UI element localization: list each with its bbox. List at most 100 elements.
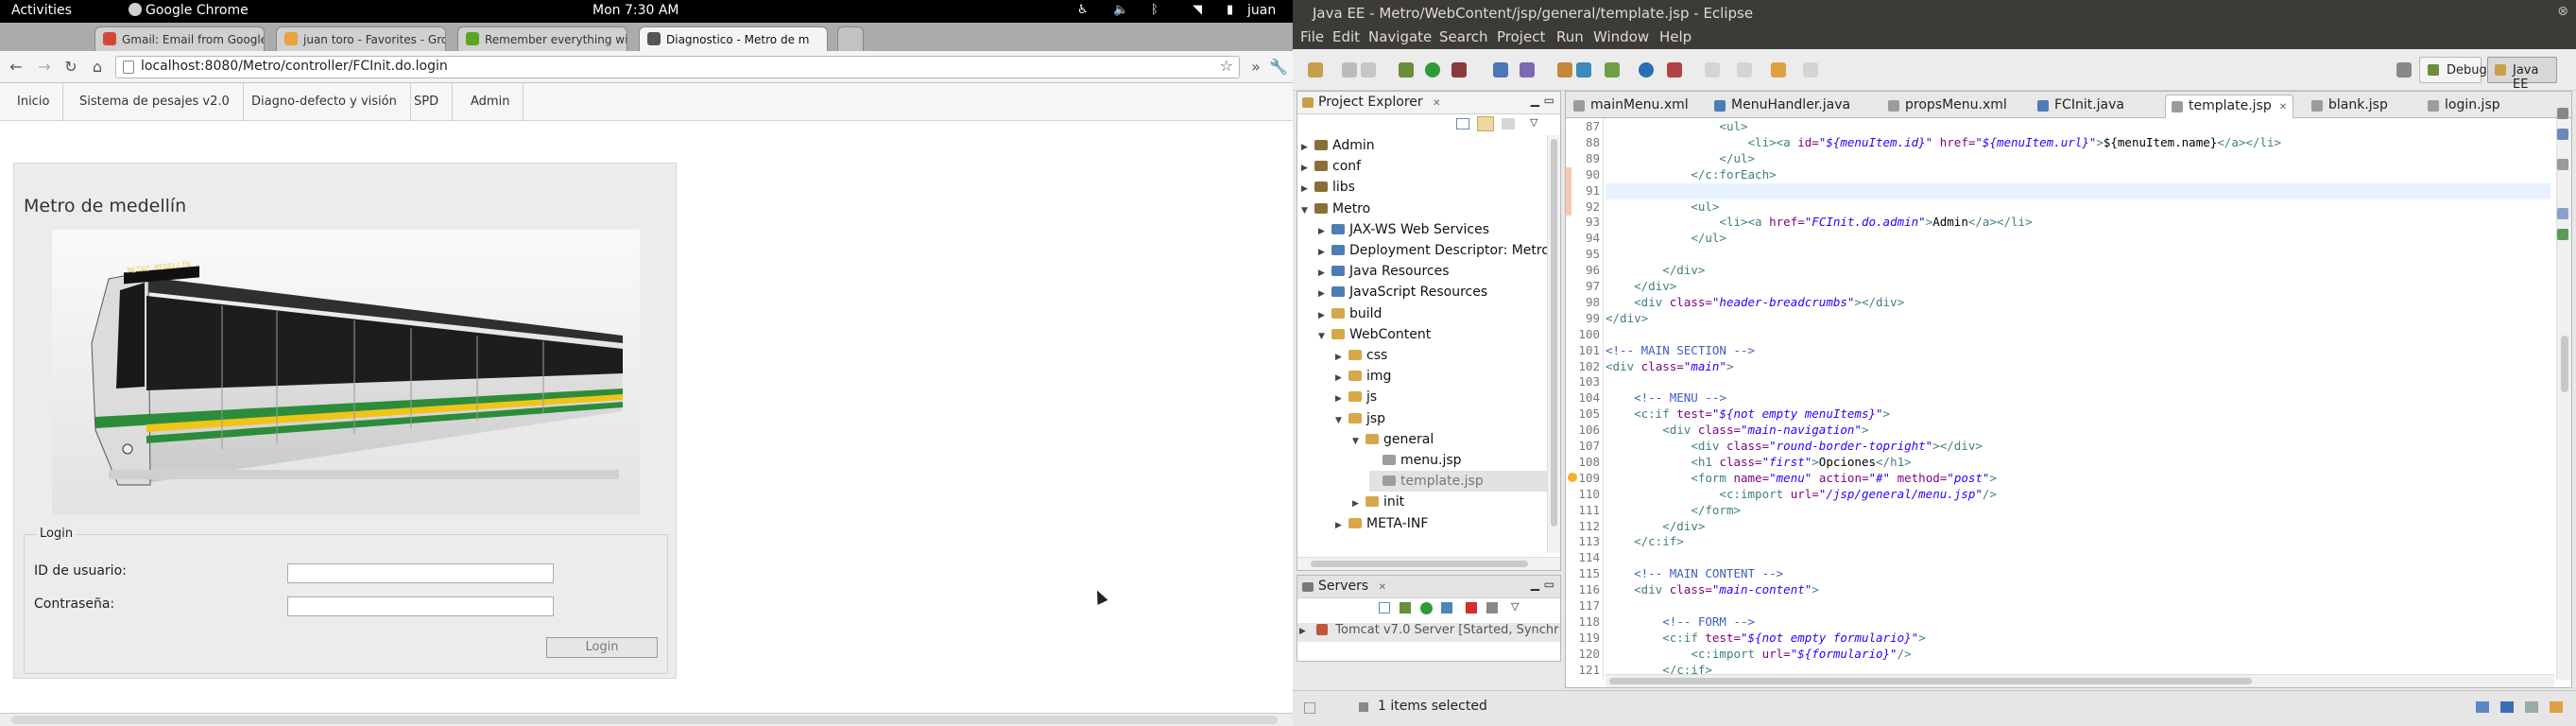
server-row[interactable]: ▶ Tomcat v7.0 Server [Started, Synchr <box>1297 623 1560 642</box>
expand-arrow-icon[interactable]: ▶ <box>1318 284 1328 304</box>
menu-run[interactable]: Run <box>1556 28 1584 45</box>
expand-arrow-icon[interactable]: ▶ <box>1299 627 1309 636</box>
save-icon[interactable] <box>1342 62 1357 78</box>
tree-item[interactable]: ▶ Admin <box>1301 135 1375 156</box>
login-button[interactable]: Login <box>546 637 658 658</box>
menu-help[interactable]: Help <box>1659 28 1692 45</box>
expand-arrow-icon[interactable]: ▶ <box>1318 242 1328 263</box>
problems-icon[interactable] <box>2557 208 2568 219</box>
expand-arrow-icon[interactable]: ▶ <box>1318 305 1328 326</box>
tree-item[interactable]: ▶ META-INF <box>1335 513 1428 534</box>
tree-item[interactable]: ▼ WebContent <box>1318 324 1431 345</box>
open-perspective-icon[interactable] <box>2396 62 2412 78</box>
expand-arrow-icon[interactable]: ▶ <box>1318 221 1328 242</box>
nav-sistema-pesajes[interactable]: Sistema de pesajes v2.0 <box>66 83 244 121</box>
palette-icon[interactable] <box>2557 159 2568 170</box>
page-horizontal-scrollbar[interactable] <box>0 713 1293 726</box>
tools-icon[interactable] <box>1667 62 1682 78</box>
collapse-arrow-icon[interactable]: ▼ <box>1301 200 1311 221</box>
browser-tab-diagnostico[interactable]: Diagnostico - Metro de m <box>639 26 828 51</box>
project-explorer-header[interactable]: Project Explorer ✕ ▁ ▭ <box>1297 92 1560 114</box>
network-icon[interactable]: ◥ <box>1193 3 1202 17</box>
collapse-arrow-icon[interactable]: ▼ <box>1318 326 1328 347</box>
new-server-icon[interactable] <box>1493 62 1508 78</box>
explorer-vertical-scrollbar[interactable] <box>1547 135 1560 553</box>
editor-tab[interactable]: mainMenu.xml <box>1568 95 1694 118</box>
menu-edit[interactable]: Edit <box>1332 28 1360 45</box>
menu-search[interactable]: Search <box>1439 28 1488 45</box>
tree-item[interactable]: template.jsp <box>1369 471 1547 493</box>
collapse-arrow-icon[interactable]: ▼ <box>1335 410 1345 431</box>
warning-marker-icon[interactable] <box>1568 473 1577 482</box>
tree-item[interactable]: ▶ conf <box>1301 156 1361 177</box>
editor-tab[interactable]: MenuHandler.java <box>1709 95 1856 118</box>
active-app-menu[interactable]: Google Chrome <box>129 3 249 18</box>
forward-nav-icon[interactable] <box>1803 62 1818 78</box>
open-type-icon[interactable] <box>1520 62 1535 78</box>
new-wizard-icon[interactable] <box>1308 62 1323 78</box>
collapse-all-icon[interactable] <box>1456 118 1469 130</box>
editor-tab[interactable]: template.jsp ✕ <box>2165 95 2294 118</box>
extensions-overflow-icon[interactable]: » <box>1245 57 1266 78</box>
nav-admin[interactable]: Admin <box>457 83 524 121</box>
expand-arrow-icon[interactable]: ▶ <box>1301 179 1311 199</box>
run-icon[interactable] <box>1425 62 1440 78</box>
new-tab-button[interactable] <box>837 26 864 51</box>
nav-inicio[interactable]: Inicio <box>4 83 64 121</box>
view-menu-icon[interactable]: ▽ <box>1530 116 1537 129</box>
close-window-icon[interactable]: ⊗ <box>2557 4 2568 19</box>
expand-arrow-icon[interactable]: ▶ <box>1335 515 1345 536</box>
omnibox[interactable]: localhost:8080/Metro/controller/FCInit.d… <box>115 56 1240 78</box>
editor-tab[interactable]: blank.jsp <box>2306 95 2394 118</box>
expand-arrow-icon[interactable]: ▶ <box>1301 158 1311 179</box>
progress-icon[interactable] <box>2500 701 2514 713</box>
link-with-editor-icon[interactable] <box>1477 116 1494 131</box>
tree-item[interactable]: ▶ libs <box>1301 177 1355 198</box>
browser-tab-evernote[interactable]: Remember everything wi <box>457 26 627 51</box>
web-browser-icon[interactable] <box>1639 62 1654 78</box>
maximize-view-icon[interactable]: ▭ <box>1544 578 1554 591</box>
menu-navigate[interactable]: Navigate <box>1368 28 1432 45</box>
close-tab-icon[interactable]: ✕ <box>2279 102 2287 112</box>
start-server-icon[interactable] <box>1420 602 1433 614</box>
menu-project[interactable]: Project <box>1497 28 1545 45</box>
editor-tab[interactable]: login.jsp <box>2422 95 2506 118</box>
user-id-input[interactable] <box>287 563 554 583</box>
tree-item[interactable]: ▶ Deployment Descriptor: Metro <box>1318 240 1547 261</box>
user-menu[interactable]: juan <box>1247 3 1276 18</box>
editor-horizontal-scrollbar[interactable] <box>1606 674 2554 687</box>
expand-arrow-icon[interactable]: ▶ <box>1335 347 1345 368</box>
explorer-horizontal-scrollbar[interactable] <box>1297 557 1560 570</box>
expand-arrow-icon[interactable]: ▶ <box>1318 263 1328 284</box>
tree-item[interactable]: ▶ init <box>1352 492 1404 512</box>
close-view-icon[interactable]: ✕ <box>1433 98 1440 109</box>
collapse-icon[interactable] <box>1379 602 1390 614</box>
close-view-icon[interactable]: ✕ <box>1379 582 1386 593</box>
code-text[interactable]: <ul> <li><a id="${menuItem.id}" href="${… <box>1606 118 2550 680</box>
perspective-debug[interactable]: Debug <box>2419 57 2487 83</box>
debug-server-icon[interactable] <box>1400 602 1411 614</box>
tree-item[interactable]: ▶ js <box>1335 387 1377 407</box>
maximize-view-icon[interactable]: ▭ <box>1544 94 1554 107</box>
tree-item[interactable]: ▶ css <box>1335 345 1387 366</box>
run-external-icon[interactable] <box>1451 62 1467 78</box>
editor-tab[interactable]: FCInit.java <box>2032 95 2130 118</box>
notification-icon[interactable] <box>2525 701 2538 713</box>
expand-arrow-icon[interactable]: ▶ <box>1335 389 1345 409</box>
expand-arrow-icon[interactable]: ▶ <box>1335 368 1345 389</box>
task-list-icon[interactable] <box>2557 129 2568 140</box>
browser-tab-favorites[interactable]: juan toro - Favorites - Grc <box>276 26 446 51</box>
tree-item[interactable]: ▶ img <box>1335 366 1391 387</box>
tree-item[interactable]: ▼ Metro <box>1301 199 1370 219</box>
save-all-icon[interactable] <box>1361 62 1376 78</box>
tree-item[interactable]: ▶ JAX-WS Web Services <box>1318 219 1489 240</box>
tree-item[interactable]: ▶ JavaScript Resources <box>1318 282 1487 302</box>
outline-icon[interactable] <box>2557 108 2568 119</box>
password-input[interactable] <box>287 596 554 616</box>
servers-header[interactable]: Servers ✕ ▁ ▭ <box>1297 576 1560 598</box>
volume-icon[interactable]: 🔈 <box>1113 3 1128 17</box>
editor-tab[interactable]: propsMenu.xml <box>1882 95 2013 118</box>
collapse-arrow-icon[interactable]: ▼ <box>1352 431 1362 452</box>
tree-item[interactable]: menu.jsp <box>1369 450 1462 471</box>
minimize-view-icon[interactable]: ▁ <box>1531 578 1539 591</box>
